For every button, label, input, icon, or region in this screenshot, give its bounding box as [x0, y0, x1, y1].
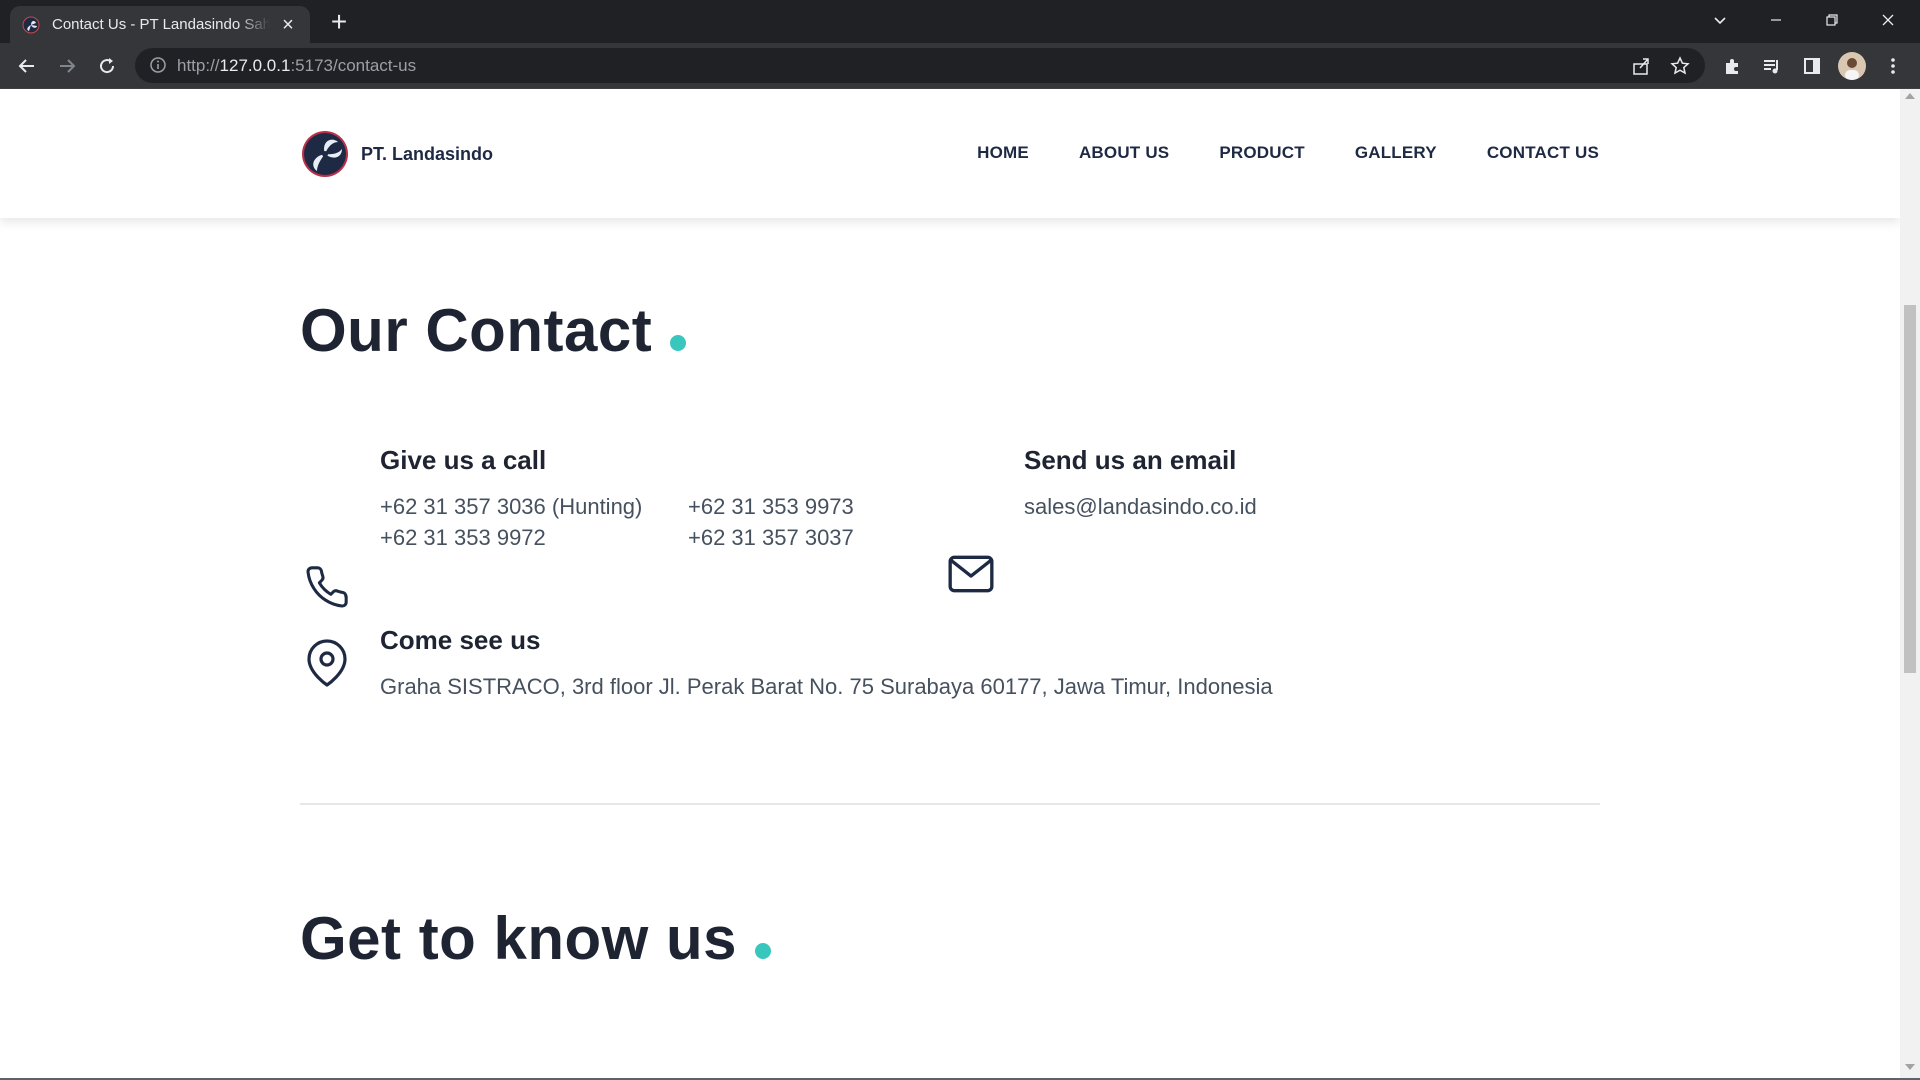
url-path: :5173/contact-us [290, 56, 417, 75]
nav-gallery[interactable]: GALLERY [1355, 143, 1437, 163]
forward-icon[interactable] [52, 51, 82, 81]
reload-icon[interactable] [92, 51, 122, 81]
location-pin-icon [307, 639, 347, 687]
accent-dot [670, 335, 687, 351]
email-address[interactable]: sales@landasindo.co.id [1024, 494, 1257, 520]
site-info-icon[interactable] [149, 56, 167, 74]
brand-name: PT. Landasindo [361, 143, 494, 164]
phone-number-2[interactable]: +62 31 353 9973 [688, 494, 854, 520]
nav-contact-us[interactable]: CONTACT US [1487, 143, 1599, 163]
url-text: http://127.0.0.1:5173/contact-us [177, 56, 416, 76]
brand[interactable]: PT. Landasindo [301, 130, 493, 178]
minimize-icon[interactable] [1748, 0, 1804, 40]
page-viewport: PT. Landasindo HOME ABOUT US PRODUCT GAL… [0, 89, 1900, 1078]
address-bar[interactable]: http://127.0.0.1:5173/contact-us [135, 48, 1705, 83]
nav-product[interactable]: PRODUCT [1219, 143, 1304, 163]
share-icon[interactable] [1631, 56, 1651, 76]
phone-icon [306, 566, 348, 608]
section-divider [300, 803, 1600, 805]
url-scheme: http:// [177, 56, 220, 75]
accent-dot [755, 943, 772, 959]
tab-search-icon[interactable] [1692, 0, 1748, 40]
site-header: PT. Landasindo HOME ABOUT US PRODUCT GAL… [0, 89, 1900, 218]
tab-close-icon[interactable]: × [278, 15, 298, 35]
media-queue-icon[interactable] [1757, 51, 1787, 81]
visit-heading: Come see us [380, 625, 541, 655]
new-tab-icon[interactable]: + [325, 8, 353, 36]
site-favicon-icon [22, 16, 40, 33]
browser-menu-icon[interactable] [1878, 51, 1908, 81]
phone-number-3[interactable]: +62 31 353 9972 [380, 525, 546, 551]
phone-number-1[interactable]: +62 31 357 3036 (Hunting) [380, 494, 642, 520]
office-address: Graha SISTRACO, 3rd floor Jl. Perak Bara… [380, 674, 1273, 699]
restore-icon[interactable] [1804, 0, 1860, 40]
page-scrollbar[interactable] [1900, 89, 1920, 1078]
side-panel-icon[interactable] [1797, 51, 1827, 81]
phone-number-4[interactable]: +62 31 357 3037 [688, 525, 854, 551]
get-to-know-us-title-text: Get to know us [300, 905, 738, 972]
url-host: 127.0.0.1 [219, 56, 291, 75]
call-heading: Give us a call [380, 445, 547, 475]
scroll-down-icon[interactable] [1905, 1064, 1915, 1070]
main-nav: HOME ABOUT US PRODUCT GALLERY CONTACT US [977, 143, 1599, 163]
nav-home[interactable]: HOME [977, 143, 1029, 163]
our-contact-title-text: Our Contact [300, 297, 653, 364]
our-contact-title: Our Contact [300, 296, 687, 365]
envelope-icon [948, 555, 994, 593]
nav-about-us[interactable]: ABOUT US [1079, 143, 1169, 163]
scroll-up-icon[interactable] [1905, 93, 1915, 99]
scrollbar-thumb[interactable] [1904, 305, 1916, 673]
browser-tab-bar: Contact Us - PT Landasindo Sahu × + [0, 0, 1920, 43]
get-to-know-us-title: Get to know us [300, 904, 772, 973]
bookmark-star-icon[interactable] [1670, 56, 1690, 76]
back-icon[interactable] [12, 51, 42, 81]
extensions-icon[interactable] [1717, 51, 1747, 81]
company-logo-icon [302, 131, 348, 177]
tab-title: Contact Us - PT Landasindo Sahu [52, 16, 270, 33]
close-window-icon[interactable] [1860, 0, 1916, 40]
email-heading: Send us an email [1024, 445, 1237, 475]
browser-toolbar: http://127.0.0.1:5173/contact-us [0, 43, 1920, 88]
browser-tab-active[interactable]: Contact Us - PT Landasindo Sahu × [10, 6, 310, 43]
profile-avatar[interactable] [1838, 52, 1866, 80]
